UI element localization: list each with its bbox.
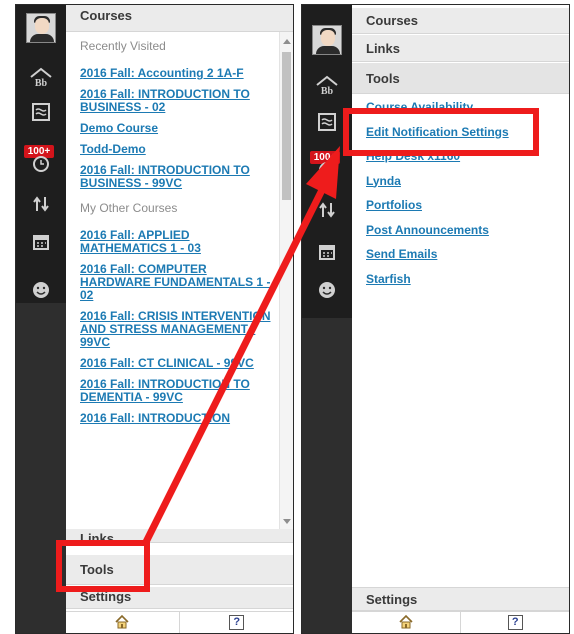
clock-icon[interactable]	[315, 161, 339, 183]
panel-footer: ?	[352, 611, 569, 633]
svg-text:Bb: Bb	[321, 86, 334, 97]
course-link[interactable]: Demo Course	[66, 118, 279, 139]
course-link[interactable]: 2016 Fall: Accounting 2 1A-F	[66, 63, 279, 84]
scroll-thumb[interactable]	[282, 52, 291, 200]
tools-highlight-box	[56, 540, 150, 592]
smiley-icon[interactable]	[29, 281, 53, 303]
scroll-down-icon[interactable]	[283, 519, 291, 524]
nav-rail: Bb 100+	[302, 5, 352, 633]
blackboard-home-icon[interactable]: Bb	[29, 67, 53, 89]
help-icon[interactable]: ?	[229, 615, 245, 630]
help-button[interactable]: ?	[180, 612, 294, 633]
section-links[interactable]: Links	[352, 35, 569, 62]
help-icon[interactable]: ?	[507, 615, 523, 630]
avatar[interactable]	[26, 13, 56, 43]
tool-link[interactable]: Lynda	[352, 169, 569, 194]
panel-footer: ?	[66, 611, 293, 633]
course-link[interactable]: 2016 Fall: APPLIED MATHEMATICS 1 - 03	[66, 225, 279, 259]
navigation-menu: Courses Links Tools Course Availability …	[352, 5, 569, 633]
section-settings[interactable]: Settings	[352, 587, 569, 611]
course-link[interactable]: 2016 Fall: INTRODUCTION TO DEMENTIA - 99…	[66, 374, 279, 408]
scrollbar[interactable]	[279, 32, 293, 529]
nav-rail: Bb 100+	[16, 5, 66, 633]
blackboard-home-icon[interactable]: Bb	[315, 75, 339, 97]
courses-list[interactable]: Recently Visited 2016 Fall: Accounting 2…	[66, 32, 279, 529]
other-courses-heading: My Other Courses	[80, 201, 178, 215]
course-link[interactable]: 2016 Fall: INTRODUCTION TO BUSINESS - 02	[66, 84, 279, 118]
calendar-icon[interactable]	[29, 233, 53, 255]
sort-arrows-icon[interactable]	[29, 195, 53, 217]
navigation-menu: Courses Recently Visited 2016 Fall: Acco…	[66, 5, 293, 633]
tool-link[interactable]: Send Emails	[352, 242, 569, 267]
tool-link[interactable]: Post Announcements	[352, 218, 569, 243]
tool-link[interactable]: Starfish	[352, 267, 569, 292]
edit-notification-highlight-box	[343, 108, 539, 156]
stream-icon[interactable]	[29, 103, 53, 125]
home-button[interactable]	[352, 612, 461, 633]
recently-visited-heading: Recently Visited	[80, 39, 166, 53]
avatar[interactable]	[312, 25, 342, 55]
home-icon	[115, 614, 129, 629]
sort-arrows-icon[interactable]	[315, 201, 339, 223]
smiley-icon[interactable]	[315, 281, 339, 303]
section-courses[interactable]: Courses	[66, 5, 293, 32]
svg-text:Bb: Bb	[35, 78, 48, 89]
course-link[interactable]: 2016 Fall: INTRODUCTION TO BUSINESS - 99…	[66, 160, 279, 194]
rail-footer	[302, 318, 352, 633]
course-link[interactable]: Todd-Demo	[66, 139, 279, 160]
home-icon	[399, 614, 413, 629]
stream-icon[interactable]	[315, 113, 339, 135]
section-tools[interactable]: Tools	[352, 63, 569, 94]
course-link[interactable]: 2016 Fall: CRISIS INTERVENTION AND STRES…	[66, 306, 279, 353]
section-courses[interactable]: Courses	[352, 8, 569, 34]
right-panel: Bb 100+ Courses Links Tools Course Avail…	[301, 4, 570, 634]
tool-link[interactable]: Portfolios	[352, 193, 569, 218]
course-link[interactable]: 2016 Fall: COMPUTER HARDWARE FUNDAMENTAL…	[66, 259, 279, 306]
home-button[interactable]	[66, 612, 180, 633]
scroll-up-icon[interactable]	[283, 39, 291, 44]
calendar-icon[interactable]	[315, 243, 339, 265]
course-link[interactable]: 2016 Fall: CT CLINICAL - 99VC	[66, 353, 279, 374]
course-link[interactable]: 2016 Fall: INTRODUCTION	[66, 408, 279, 429]
help-button[interactable]: ?	[461, 612, 570, 633]
clock-icon[interactable]	[29, 155, 53, 177]
